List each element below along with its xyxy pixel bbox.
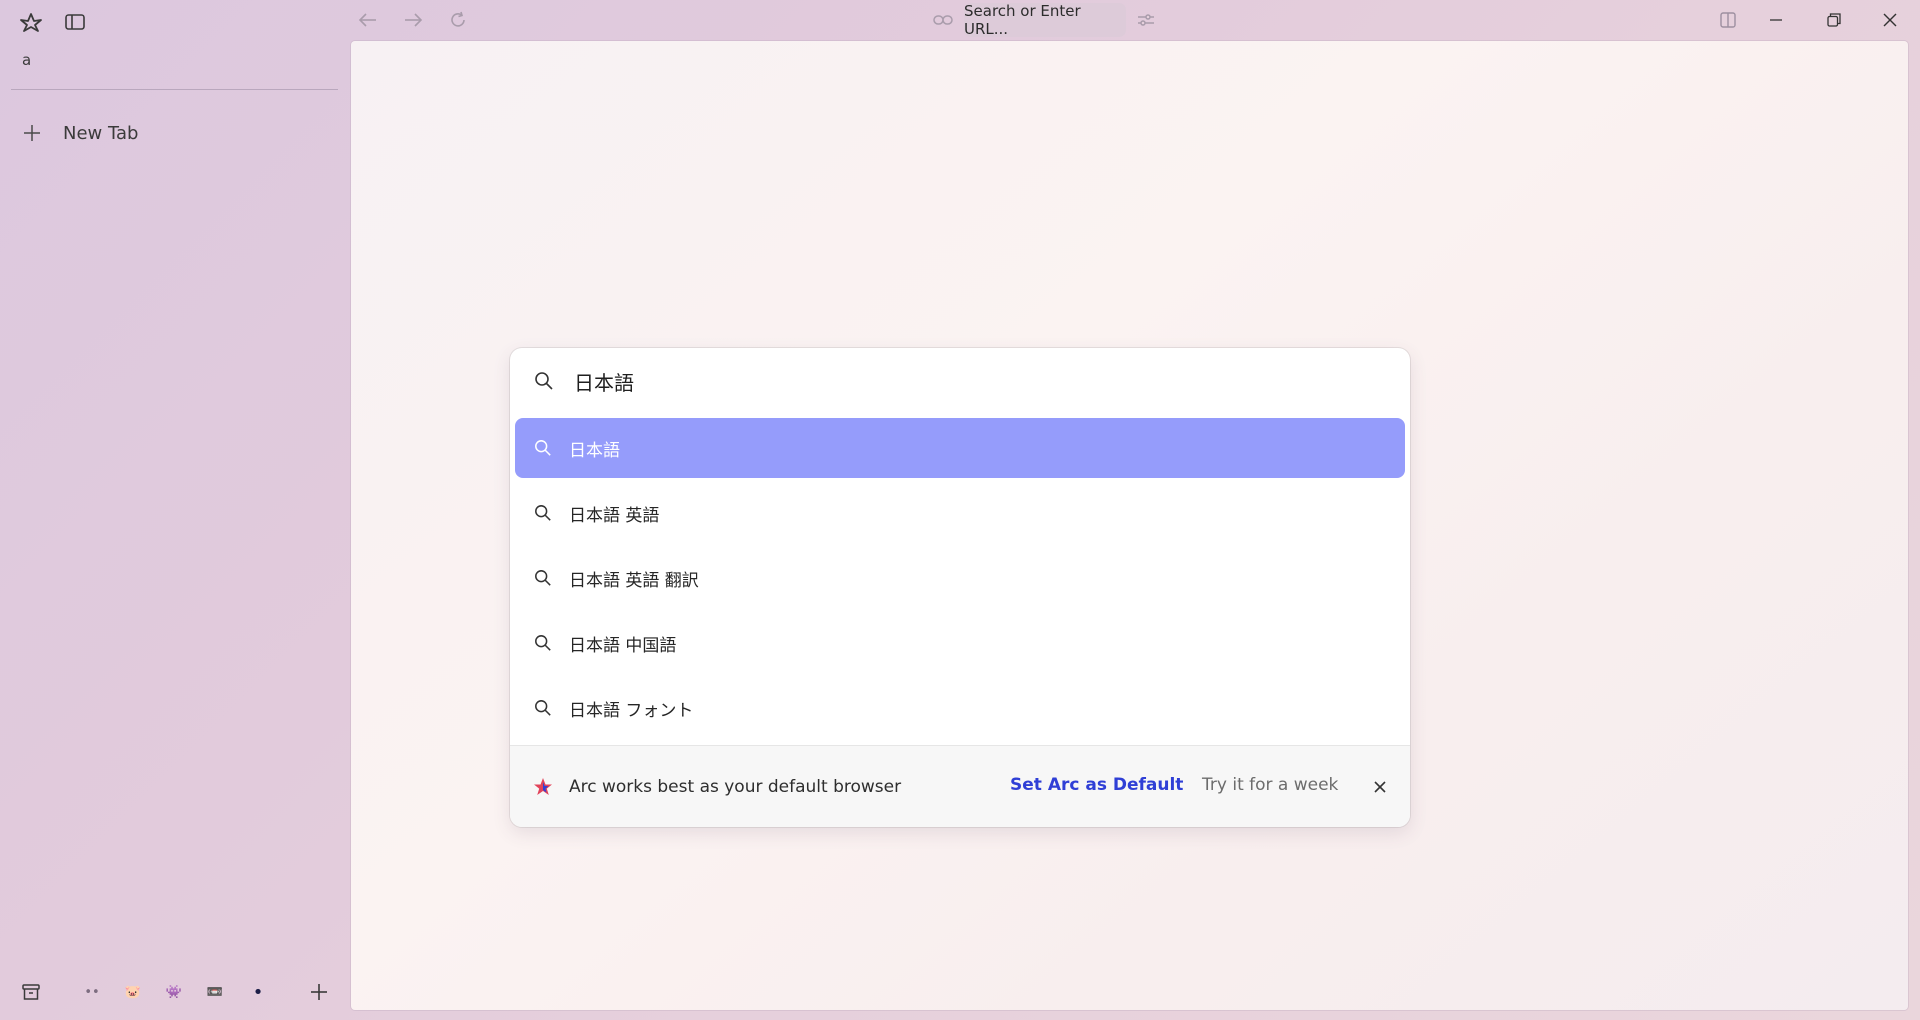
search-icon bbox=[534, 439, 552, 457]
suggestion-label: 日本語 中国語 bbox=[569, 635, 677, 656]
sidebar-bottom-bar: •• 🐷 👾 📼 • bbox=[0, 974, 350, 1008]
suggestion-label: 日本語 英語 bbox=[569, 505, 660, 526]
command-bar-input[interactable] bbox=[572, 368, 1356, 394]
suggestion-label: 日本語 bbox=[569, 440, 620, 461]
split-view-icon[interactable] bbox=[1714, 6, 1742, 34]
arc-logo-icon[interactable] bbox=[16, 8, 46, 36]
search-icon bbox=[534, 634, 552, 652]
default-browser-banner: Arc works best as your default browser S… bbox=[510, 745, 1410, 827]
suggestion-item[interactable]: 日本語 中国語 bbox=[515, 613, 1405, 673]
space-switcher-4[interactable]: 📼 bbox=[204, 981, 226, 1003]
suggestion-label: 日本語 フォント bbox=[569, 700, 694, 721]
space-switcher-2[interactable]: 🐷 bbox=[122, 981, 144, 1003]
url-bar-placeholder: Search or Enter URL... bbox=[964, 2, 1081, 38]
link-icon[interactable] bbox=[930, 8, 956, 32]
new-tab-button[interactable]: New Tab bbox=[14, 116, 336, 150]
close-icon[interactable] bbox=[1370, 777, 1390, 797]
suggestion-item[interactable]: 日本語 フォント bbox=[515, 678, 1405, 738]
plus-icon bbox=[18, 119, 46, 147]
search-icon bbox=[534, 569, 552, 587]
new-space-plus-icon[interactable] bbox=[306, 980, 332, 1004]
suggestion-label: 日本語 英語 翻訳 bbox=[569, 570, 699, 591]
space-switcher-1[interactable]: •• bbox=[81, 981, 103, 1003]
archive-icon[interactable] bbox=[18, 980, 44, 1004]
command-bar: 日本語 日本語 英語 日本語 英語 翻訳 日本語 中国語 日本語 フォント A bbox=[510, 348, 1410, 827]
site-controls-icon[interactable] bbox=[1133, 8, 1159, 32]
search-icon bbox=[534, 699, 552, 717]
space-switcher-3[interactable]: 👾 bbox=[163, 981, 185, 1003]
suggestion-item[interactable]: 日本語 bbox=[515, 418, 1405, 478]
set-default-button[interactable]: Set Arc as Default bbox=[1010, 775, 1183, 795]
search-icon bbox=[534, 371, 554, 391]
space-name: a bbox=[22, 51, 32, 69]
sidebar-divider bbox=[11, 89, 338, 90]
minimize-icon[interactable] bbox=[1762, 6, 1790, 34]
reload-icon[interactable] bbox=[444, 6, 472, 34]
restore-icon[interactable] bbox=[1820, 6, 1848, 34]
sidebar-toggle-icon[interactable] bbox=[60, 8, 90, 36]
forward-arrow-icon[interactable] bbox=[399, 6, 427, 34]
close-window-icon[interactable] bbox=[1876, 6, 1904, 34]
search-icon bbox=[534, 504, 552, 522]
back-arrow-icon[interactable] bbox=[354, 6, 382, 34]
command-bar-search[interactable] bbox=[510, 348, 1410, 414]
banner-message: Arc works best as your default browser bbox=[569, 777, 902, 797]
sidebar: a New Tab •• 🐷 👾 📼 • bbox=[0, 0, 350, 1020]
suggestion-item[interactable]: 日本語 英語 翻訳 bbox=[515, 548, 1405, 608]
url-bar[interactable]: Search or Enter URL... bbox=[964, 2, 1126, 38]
space-switcher-5[interactable]: • bbox=[247, 981, 269, 1003]
new-tab-label: New Tab bbox=[63, 122, 139, 144]
arc-star-logo-icon bbox=[532, 776, 554, 798]
suggestion-item[interactable]: 日本語 英語 bbox=[515, 483, 1405, 543]
try-for-week-button[interactable]: Try it for a week bbox=[1202, 775, 1338, 795]
